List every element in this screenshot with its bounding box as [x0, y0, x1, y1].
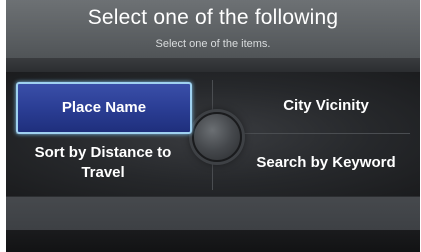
- bottom-bar: [6, 196, 420, 231]
- place-name-button[interactable]: Place Name: [16, 82, 192, 134]
- page-title: Select one of the following: [87, 6, 339, 29]
- city-vicinity-label: City Vicinity: [283, 97, 369, 114]
- sort-by-distance-label: Sort by Distance to Travel: [34, 144, 172, 181]
- city-vicinity-button[interactable]: City Vicinity: [242, 82, 410, 130]
- search-by-keyword-button[interactable]: Search by Keyword: [242, 138, 410, 188]
- page-subtitle: Select one of the items.: [155, 38, 271, 50]
- navigation-screen: Select one of the following Select one o…: [6, 0, 420, 252]
- header-divider-band: [6, 58, 420, 72]
- joystick-knob-icon: [192, 112, 242, 162]
- bottom-edge: [6, 230, 420, 252]
- sort-by-distance-button[interactable]: Sort by Distance to Travel: [18, 138, 188, 188]
- header-bar: Select one of the following Select one o…: [6, 0, 420, 59]
- place-name-label: Place Name: [61, 99, 147, 116]
- search-by-keyword-label: Search by Keyword: [256, 154, 396, 171]
